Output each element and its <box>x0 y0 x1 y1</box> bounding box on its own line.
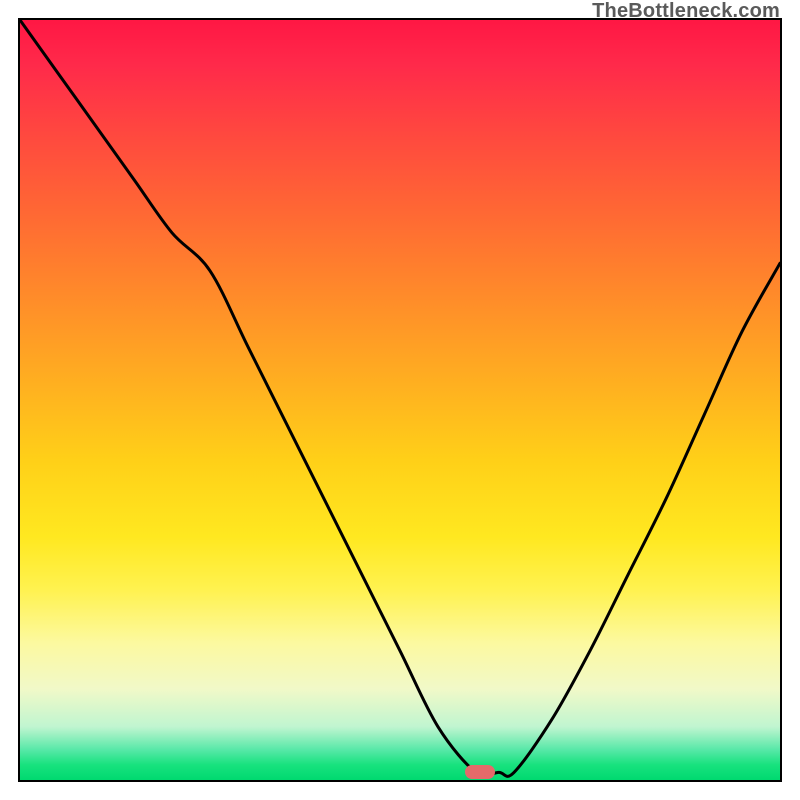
plot-area <box>18 18 782 782</box>
chart-container: TheBottleneck.com <box>0 0 800 800</box>
bottleneck-curve <box>20 20 780 780</box>
optimum-marker <box>465 765 495 779</box>
